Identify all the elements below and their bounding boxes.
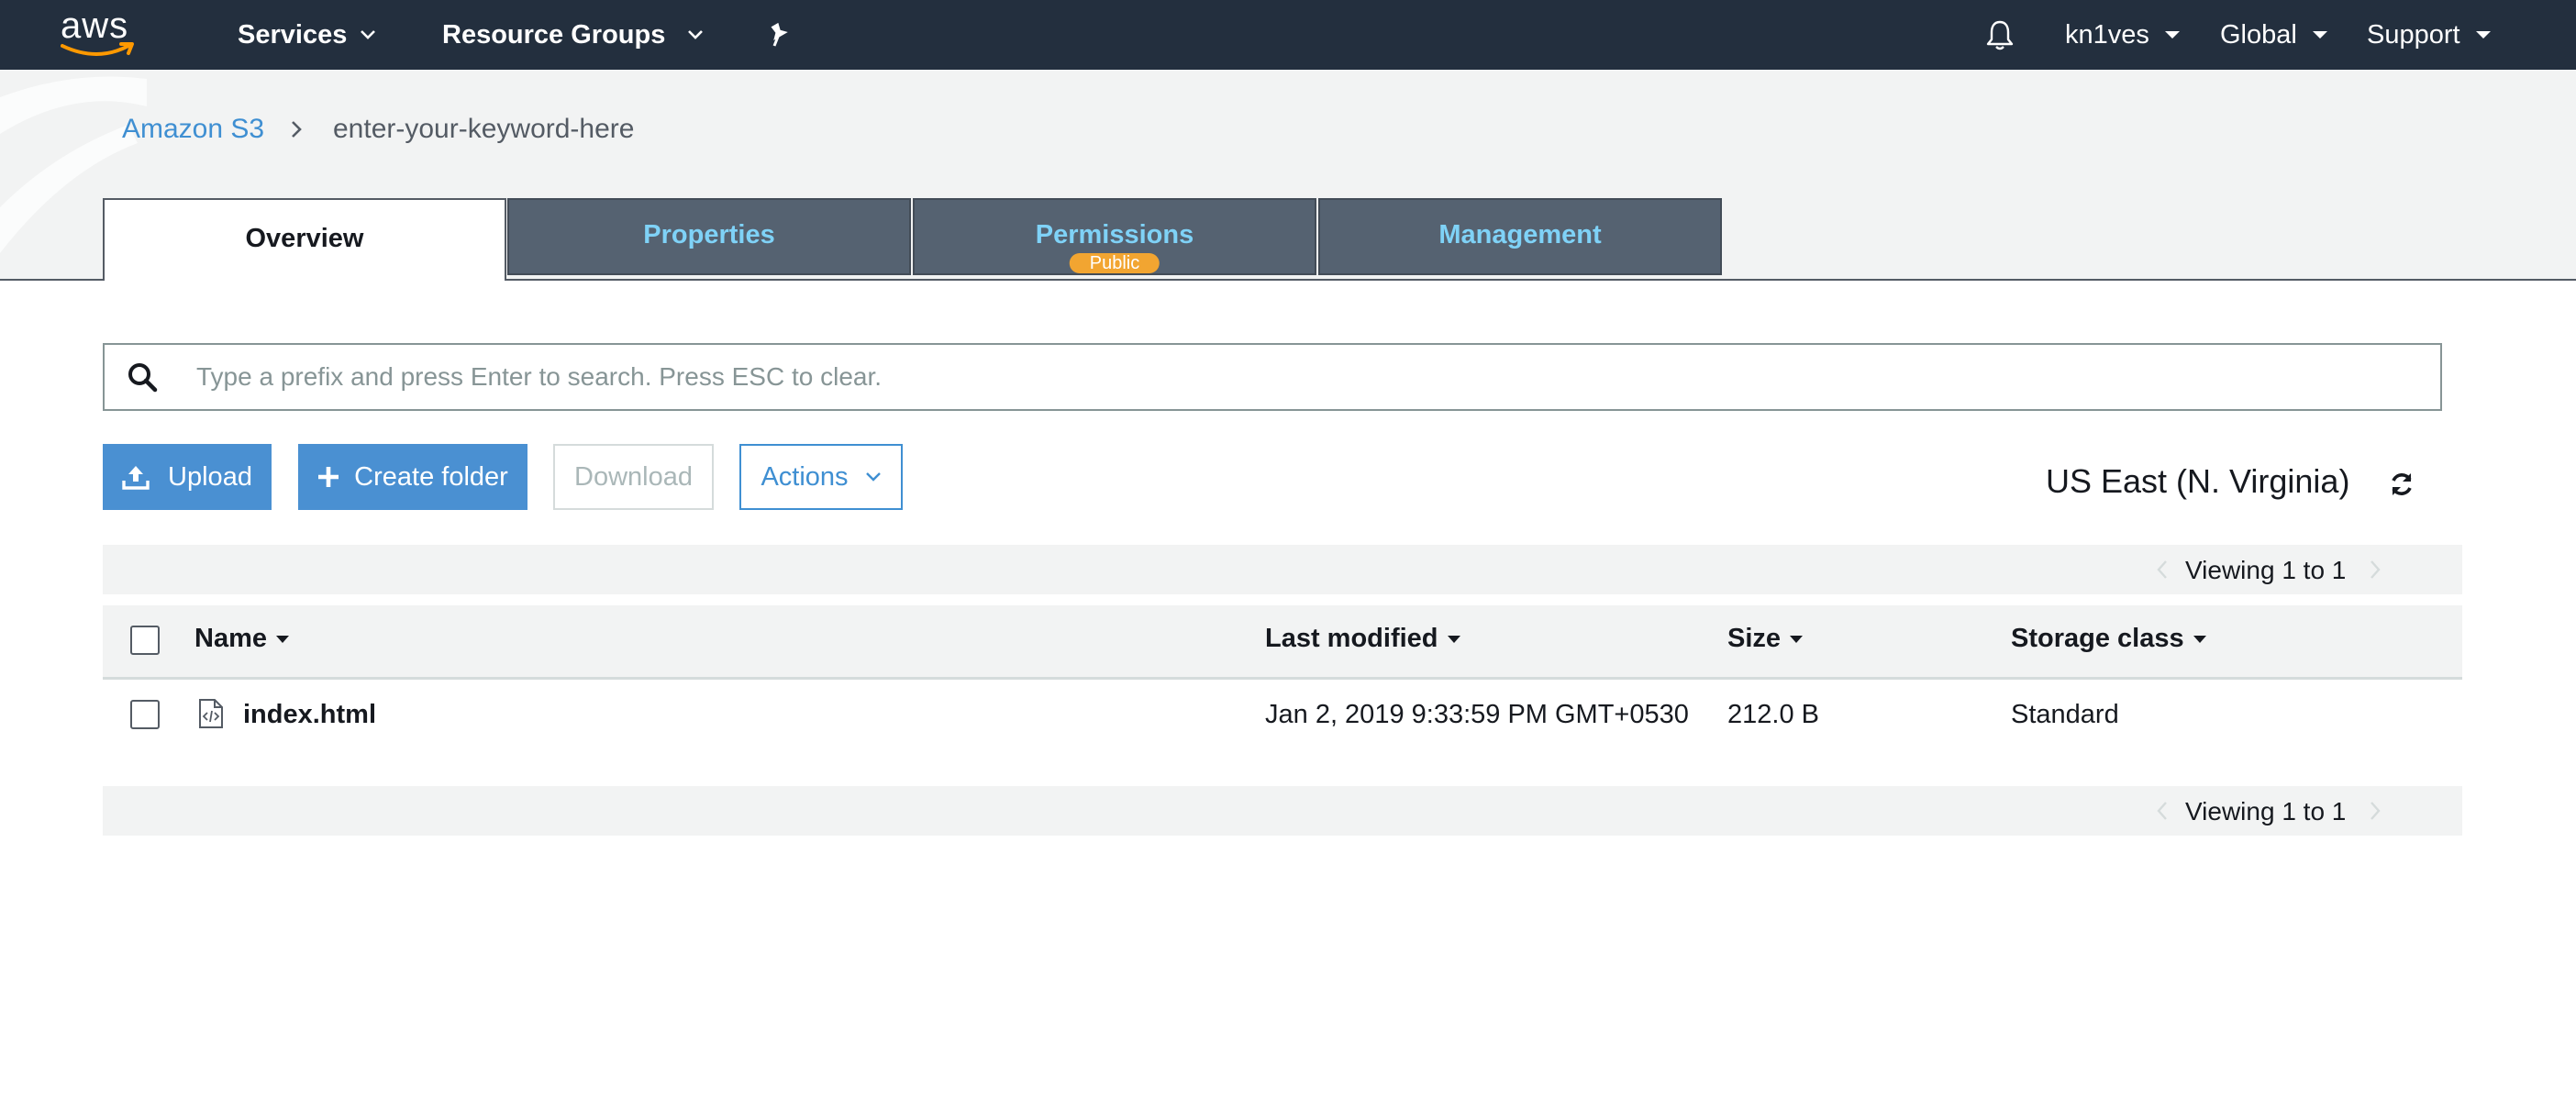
pagination-top: Viewing 1 to 1	[103, 545, 2462, 594]
tab-management[interactable]: Management	[1318, 198, 1722, 275]
create-folder-button[interactable]: Create folder	[298, 444, 527, 510]
upload-icon	[122, 464, 150, 490]
tab-management-label: Management	[1438, 219, 1602, 249]
pagination-label: Viewing 1 to 1	[2185, 797, 2347, 826]
resource-groups-label: Resource Groups	[442, 19, 666, 50]
upload-button[interactable]: Upload	[103, 444, 272, 510]
create-folder-label: Create folder	[354, 461, 508, 492]
tab-permissions-label: Permissions	[1035, 219, 1194, 249]
row-checkbox[interactable]	[130, 700, 160, 729]
sort-down-icon	[2192, 634, 2208, 645]
table-row[interactable]: index.html Jan 2, 2019 9:33:59 PM GMT+05…	[103, 680, 2462, 751]
chevron-down-icon	[865, 471, 882, 482]
support-label: Support	[2367, 19, 2460, 50]
tab-overview-label: Overview	[245, 223, 364, 253]
column-header-label: Size	[1727, 624, 1782, 653]
resource-groups-menu[interactable]: Resource Groups	[442, 0, 704, 70]
plus-icon	[317, 466, 339, 488]
actions-dropdown[interactable]: Actions	[739, 444, 903, 510]
bell-icon	[1986, 20, 2014, 50]
caret-down-icon	[2312, 30, 2328, 39]
aws-smile-icon	[61, 42, 134, 56]
pagination-bottom: Viewing 1 to 1	[103, 786, 2462, 836]
search-input[interactable]	[194, 361, 2400, 393]
sort-down-icon	[1446, 634, 1462, 645]
storage-class-cell: Standard	[2011, 700, 2119, 729]
pagination-label: Viewing 1 to 1	[2185, 556, 2347, 584]
table-header: Name Last modified Size Storage class	[103, 605, 2462, 680]
chevron-left-icon[interactable]	[2156, 799, 2169, 828]
caret-down-icon	[2164, 30, 2181, 39]
size-cell: 212.0 B	[1727, 700, 1819, 729]
column-header-storage-class[interactable]: Storage class	[2011, 624, 2208, 654]
chevron-down-icon	[360, 29, 376, 40]
pin-icon	[771, 22, 788, 47]
search-box	[103, 343, 2442, 411]
column-header-name[interactable]: Name	[194, 624, 291, 654]
region-menu[interactable]: Global	[2220, 0, 2328, 70]
chevron-right-icon	[290, 119, 303, 144]
chevron-right-icon[interactable]	[2369, 558, 2382, 587]
notifications-button[interactable]	[1984, 0, 2015, 70]
tab-properties[interactable]: Properties	[507, 198, 911, 275]
top-navigation-bar: aws Services Resource Groups kn1ves Glob…	[0, 0, 2576, 70]
file-code-icon	[197, 698, 225, 734]
column-header-label: Last modified	[1265, 624, 1438, 653]
sort-down-icon	[274, 634, 291, 645]
download-label: Download	[574, 461, 693, 492]
region-menu-label: Global	[2220, 19, 2297, 50]
column-header-last-modified[interactable]: Last modified	[1265, 624, 1462, 654]
column-header-label: Storage class	[2011, 624, 2184, 653]
refresh-icon[interactable]	[2387, 470, 2416, 504]
tab-permissions[interactable]: Permissions Public	[913, 198, 1316, 275]
select-all-checkbox[interactable]	[130, 626, 160, 655]
public-badge: Public	[1069, 253, 1160, 273]
actions-label: Actions	[761, 461, 849, 492]
chevron-down-icon	[687, 29, 704, 40]
chevron-right-icon[interactable]	[2369, 799, 2382, 828]
search-icon	[127, 361, 163, 393]
upload-label: Upload	[168, 461, 252, 492]
services-menu[interactable]: Services	[238, 0, 376, 70]
last-modified-cell: Jan 2, 2019 9:33:59 PM GMT+0530	[1265, 700, 1689, 729]
column-header-size[interactable]: Size	[1727, 624, 1804, 654]
user-menu[interactable]: kn1ves	[2065, 0, 2181, 70]
breadcrumb-current-bucket: enter-your-keyword-here	[333, 114, 635, 144]
pin-button[interactable]	[767, 0, 791, 70]
caret-down-icon	[2475, 30, 2492, 39]
sort-down-icon	[1788, 634, 1804, 645]
breadcrumb-amazon-s3[interactable]: Amazon S3	[122, 114, 264, 145]
aws-logo[interactable]: aws	[61, 6, 139, 57]
tab-properties-label: Properties	[643, 219, 775, 249]
download-button[interactable]: Download	[553, 444, 714, 510]
user-label: kn1ves	[2065, 19, 2149, 50]
column-header-label: Name	[194, 624, 267, 653]
file-name-link[interactable]: index.html	[243, 700, 376, 730]
tab-overview[interactable]: Overview	[103, 198, 506, 281]
support-menu[interactable]: Support	[2367, 0, 2492, 70]
bucket-region: US East (N. Virginia)	[2046, 462, 2350, 500]
chevron-left-icon[interactable]	[2156, 558, 2169, 587]
services-label: Services	[238, 19, 348, 50]
